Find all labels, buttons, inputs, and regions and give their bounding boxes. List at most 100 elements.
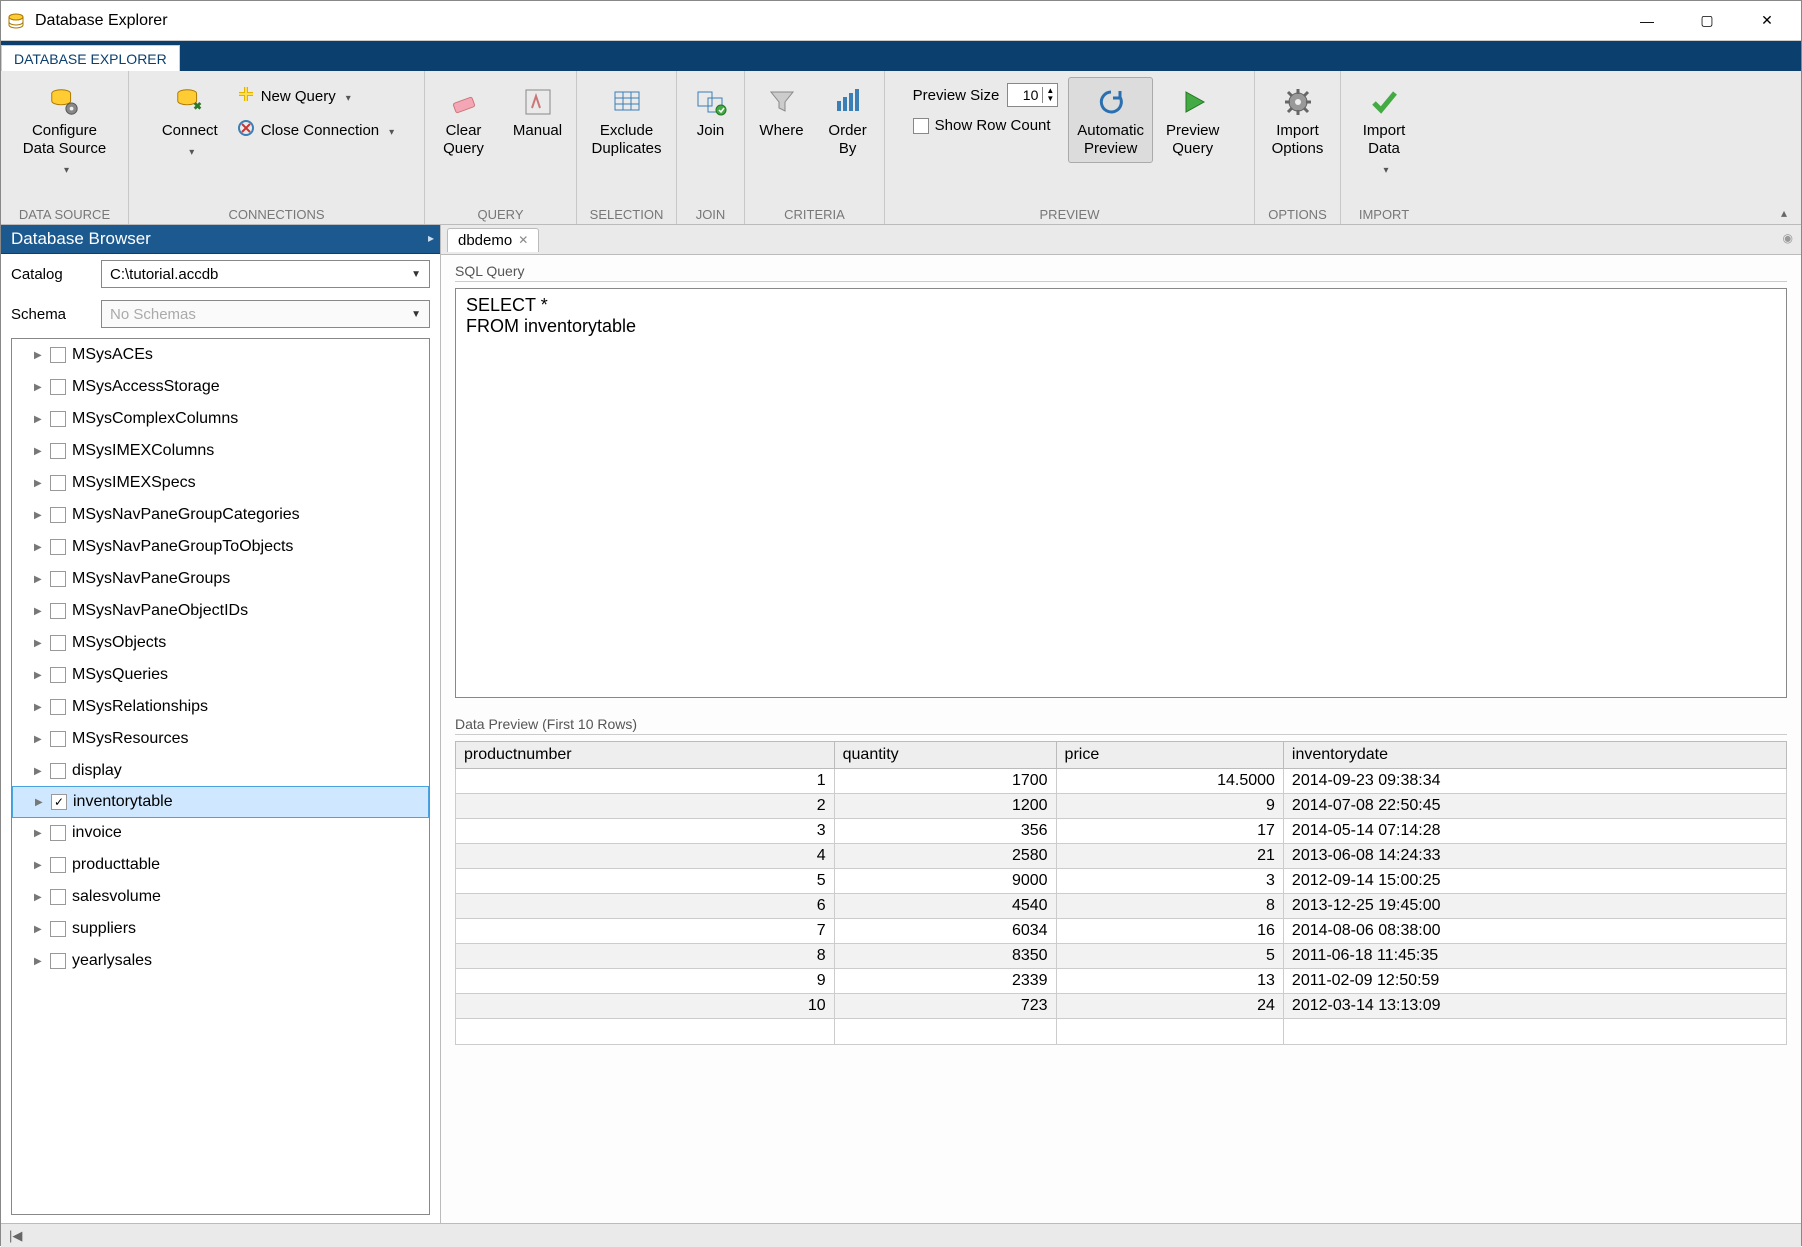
expand-caret-icon[interactable]: ▶	[34, 542, 44, 553]
expand-caret-icon[interactable]: ▶	[34, 670, 44, 681]
close-connection-button[interactable]: Close Connection	[231, 117, 400, 143]
checkbox-icon[interactable]	[50, 539, 66, 555]
tree-item-msysaces[interactable]: ▶MSysACEs	[12, 339, 429, 371]
maximize-button[interactable]: ▢	[1677, 1, 1737, 41]
expand-caret-icon[interactable]: ▶	[34, 446, 44, 457]
checkbox-icon[interactable]: ✓	[51, 794, 67, 810]
import-data-button[interactable]: Import Data	[1348, 77, 1420, 182]
checkbox-icon[interactable]	[50, 443, 66, 459]
catalog-dropdown[interactable]: C:\tutorial.accdb	[101, 260, 430, 288]
doc-tab-dbdemo[interactable]: dbdemo ✕	[447, 228, 539, 252]
checkbox-icon[interactable]	[50, 731, 66, 747]
expand-caret-icon[interactable]: ▶	[34, 350, 44, 361]
expand-caret-icon[interactable]: ▶	[34, 860, 44, 871]
tree-item-msysnavpanegroups[interactable]: ▶MSysNavPaneGroups	[12, 563, 429, 595]
expand-caret-icon[interactable]: ▶	[34, 892, 44, 903]
expand-caret-icon[interactable]: ▶	[34, 574, 44, 585]
expand-caret-icon[interactable]: ▶	[34, 828, 44, 839]
tree-item-invoice[interactable]: ▶invoice	[12, 817, 429, 849]
close-button[interactable]: ✕	[1737, 1, 1797, 41]
tree-item-msysresources[interactable]: ▶MSysResources	[12, 723, 429, 755]
checkbox-icon[interactable]	[50, 667, 66, 683]
table-row[interactable]: 92339132011-02-09 12:50:59	[456, 969, 1787, 994]
tree-item-msysobjects[interactable]: ▶MSysObjects	[12, 627, 429, 659]
checkbox-icon[interactable]	[50, 825, 66, 841]
tree-item-msysimexcolumns[interactable]: ▶MSysIMEXColumns	[12, 435, 429, 467]
tree-item-display[interactable]: ▶display	[12, 755, 429, 787]
column-header[interactable]: price	[1056, 742, 1283, 769]
expand-caret-icon[interactable]: ▶	[34, 734, 44, 745]
tree-item-msysimexspecs[interactable]: ▶MSysIMEXSpecs	[12, 467, 429, 499]
tab-options-icon[interactable]: ◉	[1783, 231, 1793, 245]
tree-item-inventorytable[interactable]: ▶✓inventorytable	[12, 786, 429, 818]
expand-caret-icon[interactable]: ▶	[34, 638, 44, 649]
expand-caret-icon[interactable]: ▶	[34, 924, 44, 935]
checkbox-icon[interactable]	[50, 603, 66, 619]
import-options-button[interactable]: Import Options	[1262, 77, 1334, 163]
table-row[interactable]: 1170014.50002014-09-23 09:38:34	[456, 769, 1787, 794]
ribbon-tab-database-explorer[interactable]: DATABASE EXPLORER	[1, 45, 180, 72]
expand-caret-icon[interactable]: ▶	[34, 382, 44, 393]
tree-item-suppliers[interactable]: ▶suppliers	[12, 913, 429, 945]
status-nav-icon[interactable]: |◀	[9, 1228, 22, 1244]
sql-editor[interactable]: SELECT * FROM inventorytable	[455, 288, 1787, 698]
tree-item-msysnavpanegroupcategories[interactable]: ▶MSysNavPaneGroupCategories	[12, 499, 429, 531]
automatic-preview-button[interactable]: Automatic Preview	[1068, 77, 1153, 163]
expand-caret-icon[interactable]: ▶	[34, 606, 44, 617]
checkbox-icon[interactable]	[50, 763, 66, 779]
table-row[interactable]: 42580212013-06-08 14:24:33	[456, 844, 1787, 869]
table-row[interactable]: 10723242012-03-14 13:13:09	[456, 994, 1787, 1019]
tree-item-yearlysales[interactable]: ▶yearlysales	[12, 945, 429, 977]
new-query-button[interactable]: New Query	[231, 83, 400, 109]
show-row-count-checkbox[interactable]: Show Row Count	[913, 117, 1059, 134]
configure-data-source-button[interactable]: Configure Data Source	[14, 77, 115, 182]
order-by-button[interactable]: Order By	[817, 77, 879, 163]
spinner-arrows-icon[interactable]: ▲▼	[1042, 87, 1057, 103]
checkbox-icon[interactable]	[50, 953, 66, 969]
tree-item-msysnavpaneobjectids[interactable]: ▶MSysNavPaneObjectIDs	[12, 595, 429, 627]
expand-caret-icon[interactable]: ▶	[34, 702, 44, 713]
tree-item-msysnavpanegrouptoobjects[interactable]: ▶MSysNavPaneGroupToObjects	[12, 531, 429, 563]
close-tab-icon[interactable]: ✕	[518, 233, 528, 247]
expand-caret-icon[interactable]: ▶	[34, 414, 44, 425]
manual-button[interactable]: Manual	[503, 77, 573, 145]
checkbox-icon[interactable]	[50, 921, 66, 937]
checkbox-icon[interactable]	[50, 379, 66, 395]
checkbox-icon[interactable]	[50, 699, 66, 715]
table-tree[interactable]: ▶MSysACEs▶MSysAccessStorage▶MSysComplexC…	[11, 338, 430, 1215]
tree-item-msyscomplexcolumns[interactable]: ▶MSysComplexColumns	[12, 403, 429, 435]
preview-size-spinner[interactable]: ▲▼	[1007, 83, 1058, 107]
expand-caret-icon[interactable]: ▶	[34, 766, 44, 777]
table-row[interactable]: 3356172014-05-14 07:14:28	[456, 819, 1787, 844]
expand-caret-icon[interactable]: ▶	[35, 797, 45, 808]
checkbox-icon[interactable]	[50, 411, 66, 427]
preview-query-button[interactable]: Preview Query	[1157, 77, 1228, 163]
checkbox-icon[interactable]	[50, 475, 66, 491]
checkbox-icon[interactable]	[50, 571, 66, 587]
column-header[interactable]: productnumber	[456, 742, 835, 769]
preview-size-input[interactable]	[1008, 84, 1042, 106]
exclude-duplicates-button[interactable]: Exclude Duplicates	[582, 77, 670, 163]
tree-item-producttable[interactable]: ▶producttable	[12, 849, 429, 881]
connect-button[interactable]: Connect	[153, 77, 227, 164]
table-row[interactable]: 6454082013-12-25 19:45:00	[456, 894, 1787, 919]
expand-caret-icon[interactable]: ▶	[34, 956, 44, 967]
checkbox-icon[interactable]	[50, 507, 66, 523]
table-row[interactable]: 76034162014-08-06 08:38:00	[456, 919, 1787, 944]
where-button[interactable]: Where	[750, 77, 812, 145]
ribbon-collapse-button[interactable]: ▴	[1775, 206, 1793, 220]
schema-dropdown[interactable]: No Schemas	[101, 300, 430, 328]
expand-caret-icon[interactable]: ▶	[34, 478, 44, 489]
table-row[interactable]: 5900032012-09-14 15:00:25	[456, 869, 1787, 894]
tree-item-msysrelationships[interactable]: ▶MSysRelationships	[12, 691, 429, 723]
tree-item-msysaccessstorage[interactable]: ▶MSysAccessStorage	[12, 371, 429, 403]
column-header[interactable]: quantity	[834, 742, 1056, 769]
checkbox-icon[interactable]	[50, 347, 66, 363]
clear-query-button[interactable]: Clear Query	[429, 77, 499, 163]
minimize-button[interactable]: —	[1617, 1, 1677, 41]
checkbox-icon[interactable]	[50, 857, 66, 873]
table-row[interactable]: 2120092014-07-08 22:50:45	[456, 794, 1787, 819]
tree-item-msysqueries[interactable]: ▶MSysQueries	[12, 659, 429, 691]
column-header[interactable]: inventorydate	[1283, 742, 1786, 769]
tree-item-salesvolume[interactable]: ▶salesvolume	[12, 881, 429, 913]
